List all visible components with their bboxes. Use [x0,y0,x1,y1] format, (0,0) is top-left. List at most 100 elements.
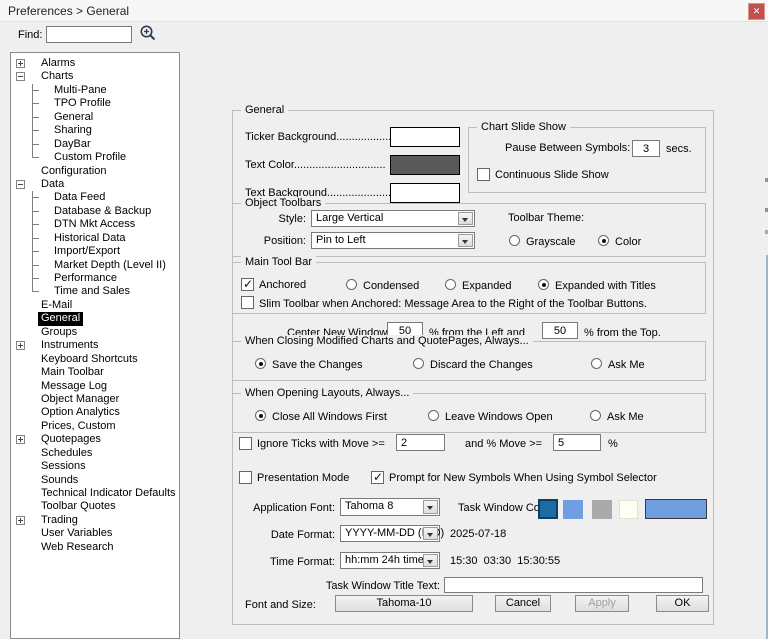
presentation-mode-checkbox[interactable] [239,471,252,484]
tree-item-trading[interactable]: Trading [11,514,179,527]
expanded-radio[interactable] [445,279,456,290]
anchored-checkbox[interactable] [241,277,254,291]
tree-item-web-research[interactable]: Web Research [11,541,179,554]
chevron-down-icon[interactable] [423,527,438,540]
cancel-button[interactable]: Cancel [495,595,551,612]
task-color-swatch-1[interactable] [538,499,558,519]
discard-changes-radio[interactable] [413,358,424,369]
tree-item-import-export[interactable]: Import/Export [11,245,179,259]
tree-item-message-log[interactable]: Message Log [11,380,179,393]
tree-toggle-plus-icon[interactable] [16,435,25,445]
tree-item-option-analytics[interactable]: Option Analytics [11,406,179,419]
closing-ask-me-radio[interactable] [591,358,602,369]
ticker-background-swatch[interactable] [390,127,460,147]
tree-item-object-manager[interactable]: Object Manager [11,393,179,406]
task-color-wide-swatch[interactable] [645,499,707,519]
application-font-dropdown[interactable]: Tahoma 8 [340,498,440,516]
time-format-label: Time Format: [270,556,335,568]
tree-item-keyboard-shortcuts[interactable]: Keyboard Shortcuts [11,353,179,366]
tree-item-sessions[interactable]: Sessions [11,460,179,473]
tree-item-toolbar-quotes[interactable]: Toolbar Quotes [11,500,179,513]
tree-item-label: Alarms [41,57,76,69]
close-icon[interactable]: ✕ [748,3,765,20]
expanded-with-titles-radio[interactable] [538,279,549,290]
tree-item-database-backup[interactable]: Database & Backup [11,204,179,219]
tree-item-data-feed[interactable]: Data Feed [11,191,179,205]
tree-item-schedules[interactable]: Schedules [11,447,179,460]
chevron-down-icon[interactable] [423,500,438,514]
color-radio[interactable] [598,235,609,246]
search-zoom-icon[interactable] [139,24,157,42]
style-dropdown[interactable]: Large Vertical [311,210,475,227]
tree-item-sounds[interactable]: Sounds [11,474,179,487]
tree-item-charts[interactable]: Charts [11,70,179,83]
tree-item-label: Data [41,177,65,190]
center-top-input[interactable] [542,322,578,339]
text-color-swatch[interactable] [390,155,460,175]
date-format-dropdown[interactable]: YYYY-MM-DD (ISO) [340,525,444,542]
task-color-swatch-3[interactable] [592,500,612,519]
chevron-down-icon[interactable] [423,554,438,567]
slim-toolbar-checkbox[interactable] [241,296,254,309]
font-and-size-button[interactable]: Tahoma-10 [335,595,473,612]
tree-item-main-toolbar[interactable]: Main Toolbar [11,366,179,379]
leave-windows-open-radio[interactable] [428,410,439,421]
tree-item-user-variables[interactable]: User Variables [11,527,179,540]
chevron-down-icon[interactable] [458,212,473,225]
apply-button[interactable]: Apply [575,595,629,612]
tree-item-dtn-mkt-access[interactable]: DTN Mkt Access [11,218,179,232]
save-changes-radio[interactable] [255,358,266,369]
tree-item-prices-custom[interactable]: Prices, Custom [11,420,179,433]
tree-toggle-plus-icon[interactable] [16,59,25,68]
prompt-new-symbols-checkbox[interactable] [371,470,384,484]
tree-item-general[interactable]: General [11,110,179,125]
tree-item-multi-pane[interactable]: Multi-Pane [11,83,179,98]
percent-sign-label: % [608,438,618,450]
tree-toggle-minus-icon[interactable] [16,72,25,82]
text-background-swatch[interactable] [390,183,460,203]
continuous-slide-show-checkbox[interactable] [477,168,490,181]
task-color-swatch-2[interactable] [563,500,583,519]
chevron-down-icon[interactable] [458,234,473,247]
tree-item-e-mail[interactable]: E-Mail [11,299,179,312]
ignore-move-input[interactable] [396,434,445,451]
tree-item-custom-profile[interactable]: Custom Profile [11,151,179,164]
tree-item-market-depth-level-ii[interactable]: Market Depth (Level II) [11,258,179,272]
opening-ask-me-radio[interactable] [590,410,601,421]
ok-button[interactable]: OK [656,595,709,612]
anchored-label: Anchored [259,279,307,291]
task-color-swatch-4[interactable] [619,500,638,519]
tree-item-groups[interactable]: Groups [11,326,179,339]
tree-item-sharing[interactable]: Sharing [11,124,179,138]
tree-item-performance[interactable]: Performance [11,272,179,286]
close-all-windows-radio[interactable] [255,410,266,421]
ignore-percent-input[interactable] [553,434,601,451]
tree-item-general[interactable]: General [11,312,179,326]
tree-toggle-plus-icon[interactable] [16,515,25,525]
tree-item-configuration[interactable]: Configuration [11,165,179,178]
tree-item-technical-indicator-defaults[interactable]: Technical Indicator Defaults [11,487,179,500]
tree-item-alarms[interactable]: Alarms [11,57,179,70]
ignore-ticks-checkbox[interactable] [239,437,252,450]
tree-item-daybar[interactable]: DayBar [11,137,179,152]
tree-item-tpo-profile[interactable]: TPO Profile [11,97,179,111]
time-format-dropdown[interactable]: hh:mm 24h time [340,552,440,569]
tree-toggle-minus-icon[interactable] [16,179,25,189]
find-input[interactable] [46,26,132,43]
tree-item-historical-data[interactable]: Historical Data [11,231,179,246]
tree-item-data[interactable]: Data [11,178,179,191]
tree-item-quotepages[interactable]: Quotepages [11,433,179,446]
condensed-radio[interactable] [346,279,357,290]
tree-toggle-plus-icon[interactable] [16,341,25,351]
chart-slide-show-label: Chart Slide Show [477,121,570,133]
position-dropdown[interactable]: Pin to Left [311,232,475,249]
font-and-size-label: Font and Size: [245,599,316,611]
grayscale-radio[interactable] [509,235,520,246]
tree-item-instruments[interactable]: Instruments [11,339,179,352]
tree-item-label: Market Depth (Level II) [54,258,166,271]
tree-branch-tick [33,251,39,253]
tree-item-time-and-sales[interactable]: Time and Sales [11,285,179,298]
task-window-title-input[interactable] [444,577,703,593]
pause-seconds-input[interactable] [632,140,660,157]
tree-branch-tick [33,224,39,226]
